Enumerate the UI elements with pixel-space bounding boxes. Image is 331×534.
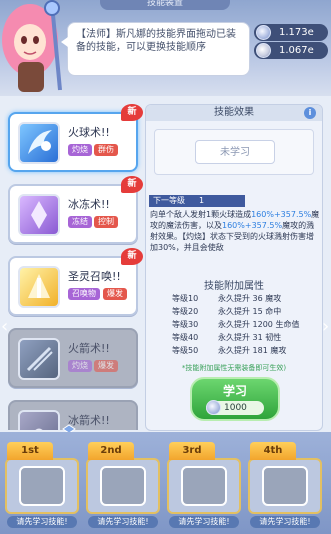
crystal-icon (206, 400, 221, 415)
attr-note: *技能附加属性无需装备即可生效) (181, 364, 287, 372)
skill-card-summon[interactable]: 圣灵召唤!! 召唤物 爆发 (8, 256, 138, 316)
skill-tag: 爆发 (94, 360, 118, 372)
attr-level: 等级20 (172, 307, 199, 316)
next-level-value: 1 (199, 196, 205, 205)
attr-list: 等级10 永久提升 36 魔攻 等级20 永久提升 15 命中 等级30 永久提升 1… (156, 293, 312, 367)
learn-label: 学习 (222, 384, 247, 398)
summon-skill-icon (18, 266, 60, 308)
new-badge: 新 (121, 104, 143, 121)
info-icon[interactable]: i (304, 107, 316, 119)
empty-slot-icon (100, 466, 146, 506)
equip-slot-1[interactable]: 1st 请先学习技能! (5, 442, 79, 530)
slot-frame (167, 458, 241, 514)
slot-frame (86, 458, 160, 514)
skill-tag: 灼烧 (68, 360, 92, 372)
skill-name: 火球术!! (68, 126, 110, 139)
desc-text: 向单个敌人发射1颗火球造成 (150, 210, 252, 219)
skill-name: 火箭术!! (68, 342, 110, 355)
attr-level: 等级40 (172, 333, 199, 342)
skill-name: 圣灵召唤!! (68, 270, 121, 283)
new-badge: 新 (121, 248, 143, 265)
equip-slots: 1st 请先学习技能! 2nd 请先学习技能! 3rd 请先学习技能! 4th … (0, 432, 331, 534)
new-badge: 新 (121, 176, 143, 193)
empty-slot-icon (262, 466, 308, 506)
skill-card-firearrow[interactable]: 火箭术!! 灼烧 爆发 (8, 328, 138, 388)
attr-effect: 永久提升 36 魔攻 (218, 294, 282, 303)
icearrow-skill-icon (18, 410, 60, 430)
crystal-icon (256, 25, 271, 40)
empty-slot-icon (19, 466, 65, 506)
slot-label: 2nd (88, 442, 134, 460)
cost-value: 1000 (224, 403, 247, 413)
next-level-bar: 下一等级 1 (149, 195, 245, 207)
slot-hint: 请先学习技能! (88, 516, 158, 528)
attr-effect: 永久提升 181 魔攻 (218, 346, 287, 355)
learn-button[interactable]: 学习 1000 (190, 377, 280, 421)
firearrow-skill-icon (18, 338, 60, 380)
attr-row: 等级10 永久提升 36 魔攻 (156, 293, 312, 305)
top-banner: 技能装置 【法师】斯凡娜的技能界面拖动已装备的技能，可以更换技能顺序 1.173… (0, 0, 331, 96)
attr-effect: 永久提升 15 命中 (218, 307, 282, 316)
slot-label: 4th (250, 442, 296, 460)
slot-hint: 请先学习技能! (250, 516, 320, 528)
learn-cost: 1000 (206, 400, 264, 415)
chevron-right-icon[interactable]: › (322, 316, 331, 338)
skill-card-fireball[interactable]: 火球术!! 灼烧 群伤 (8, 112, 138, 172)
crystal-counter: 1.173e (254, 24, 328, 41)
skill-tag: 爆发 (103, 288, 127, 300)
equip-slot-4[interactable]: 4th 请先学习技能! (248, 442, 322, 530)
effect-preview: 未学习 (154, 129, 314, 175)
frost-skill-icon (18, 194, 60, 236)
learn-status: 未学习 (195, 140, 275, 164)
tip-text: 【法师】斯凡娜的技能界面拖动已装备的技能，可以更换技能顺序 (76, 29, 236, 53)
slot-label: 1st (7, 442, 53, 460)
slot-label: 3rd (169, 442, 215, 460)
skill-card-frost[interactable]: 冰冻术!! 冻结 控制 (8, 184, 138, 244)
attr-row: 等级50 永久提升 181 魔攻 (156, 345, 312, 357)
slot-hint: 请先学习技能! (7, 516, 77, 528)
attr-level: 等级30 (172, 320, 199, 329)
desc-highlight: 160%+357.5% (251, 210, 312, 219)
desc-highlight: 160%+357.5% (222, 221, 283, 230)
empty-slot-icon (181, 466, 227, 506)
skill-tag: 灼烧 (68, 144, 92, 156)
attr-effect: 永久提升 31 韧性 (218, 333, 282, 342)
coin-icon (256, 43, 271, 58)
skill-tag: 群伤 (94, 144, 118, 156)
skill-tag: 召唤物 (68, 288, 100, 300)
fireball-skill-icon (18, 122, 60, 164)
coin-value: 1.067e (279, 45, 314, 56)
crystal-value: 1.173e (279, 27, 314, 38)
slot-hint: 请先学习技能! (169, 516, 239, 528)
attr-level: 等级50 (172, 346, 199, 355)
tip-bubble: 【法师】斯凡娜的技能界面拖动已装备的技能，可以更换技能顺序 (61, 22, 250, 76)
skill-detail-panel: 技能效果 i 未学习 下一等级 1 向单个敌人发射1颗火球造成160%+357.… (145, 104, 323, 431)
skill-tag: 冻结 (68, 216, 92, 228)
attr-row: 等级40 永久提升 31 韧性 (156, 332, 312, 344)
character-portrait (0, 0, 66, 96)
detail-header: 技能效果 (146, 105, 322, 121)
attr-level: 等级10 (172, 294, 199, 303)
page-title: 技能装置 (100, 0, 230, 10)
skill-name: 冰冻术!! (68, 198, 110, 211)
skill-tag: 控制 (94, 216, 118, 228)
attr-row: 等级20 永久提升 15 命中 (156, 306, 312, 318)
skill-list[interactable]: 火球术!! 灼烧 群伤 新 冰冻术!! 冻结 控制 新 圣灵召唤!! 召唤物 爆… (4, 100, 144, 430)
attr-effect: 永久提升 1200 生命值 (218, 320, 300, 329)
attr-row: 等级30 永久提升 1200 生命值 (156, 319, 312, 331)
attr-title: 技能附加属性 (204, 281, 264, 292)
equip-slot-3[interactable]: 3rd 请先学习技能! (167, 442, 241, 530)
chevron-left-icon[interactable]: ‹ (1, 316, 11, 338)
skill-description: 向单个敌人发射1颗火球造成160%+357.5%魔攻的魔法伤害，以及160%+3… (150, 209, 320, 263)
slot-frame (248, 458, 322, 514)
slot-frame (5, 458, 79, 514)
next-level-label: 下一等级 (153, 196, 185, 205)
mage-girl-icon (2, 0, 62, 92)
coin-counter: 1.067e (254, 42, 328, 59)
equip-slot-2[interactable]: 2nd 请先学习技能! (86, 442, 160, 530)
